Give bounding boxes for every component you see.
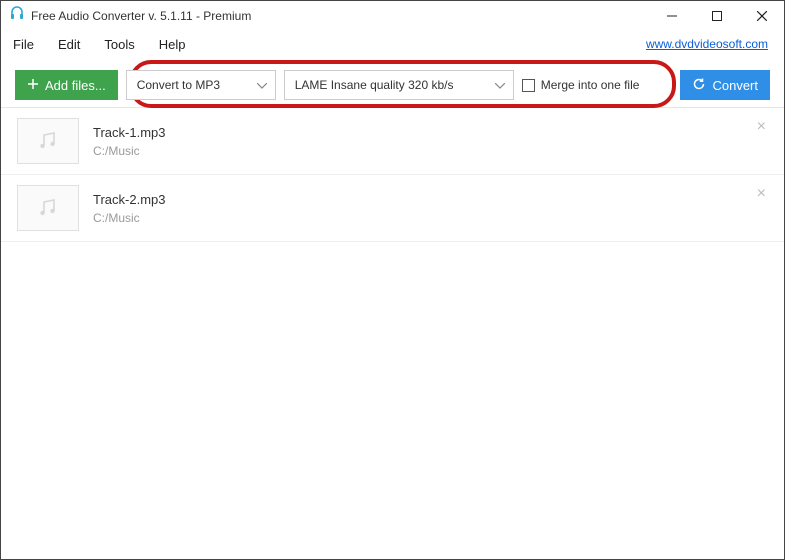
file-meta: Track-2.mp3 C:/Music: [93, 192, 165, 225]
quality-dropdown[interactable]: LAME Insane quality 320 kb/s: [284, 70, 514, 100]
menu-tools[interactable]: Tools: [104, 37, 134, 52]
plus-icon: [27, 78, 39, 93]
add-files-button[interactable]: Add files...: [15, 70, 118, 100]
file-path: C:/Music: [93, 211, 165, 225]
menu-bar: File Edit Tools Help www.dvdvideosoft.co…: [1, 31, 784, 57]
convert-button[interactable]: Convert: [680, 70, 770, 100]
menu-file[interactable]: File: [13, 37, 34, 52]
audio-thumb-icon: [17, 185, 79, 231]
file-list: Track-1.mp3 C:/Music × Track-2.mp3 C:/Mu…: [1, 107, 784, 242]
close-button[interactable]: [739, 1, 784, 31]
title-bar: Free Audio Converter v. 5.1.11 - Premium: [1, 1, 784, 31]
menu-edit[interactable]: Edit: [58, 37, 80, 52]
audio-thumb-icon: [17, 118, 79, 164]
chevron-down-icon: [495, 78, 505, 92]
window-controls: [649, 1, 784, 31]
merge-checkbox[interactable]: Merge into one file: [522, 78, 640, 92]
file-name: Track-1.mp3: [93, 125, 165, 140]
app-icon: [9, 6, 25, 27]
menu-help[interactable]: Help: [159, 37, 186, 52]
file-path: C:/Music: [93, 144, 165, 158]
checkbox-icon: [522, 79, 535, 92]
remove-file-button[interactable]: ×: [757, 118, 766, 136]
chevron-down-icon: [257, 78, 267, 92]
remove-file-button[interactable]: ×: [757, 185, 766, 203]
toolbar: Add files... Convert to MP3 LAME Insane …: [1, 63, 784, 107]
minimize-button[interactable]: [649, 1, 694, 31]
list-item[interactable]: Track-2.mp3 C:/Music ×: [1, 175, 784, 242]
list-item[interactable]: Track-1.mp3 C:/Music ×: [1, 108, 784, 175]
convert-label: Convert: [712, 78, 758, 93]
format-selected: Convert to MP3: [137, 78, 220, 92]
refresh-icon: [692, 77, 706, 94]
quality-selected: LAME Insane quality 320 kb/s: [295, 78, 454, 92]
add-files-label: Add files...: [45, 78, 106, 93]
merge-label: Merge into one file: [541, 78, 640, 92]
file-name: Track-2.mp3: [93, 192, 165, 207]
window-title: Free Audio Converter v. 5.1.11 - Premium: [31, 9, 649, 23]
file-meta: Track-1.mp3 C:/Music: [93, 125, 165, 158]
maximize-button[interactable]: [694, 1, 739, 31]
vendor-link[interactable]: www.dvdvideosoft.com: [646, 37, 768, 51]
format-dropdown[interactable]: Convert to MP3: [126, 70, 276, 100]
